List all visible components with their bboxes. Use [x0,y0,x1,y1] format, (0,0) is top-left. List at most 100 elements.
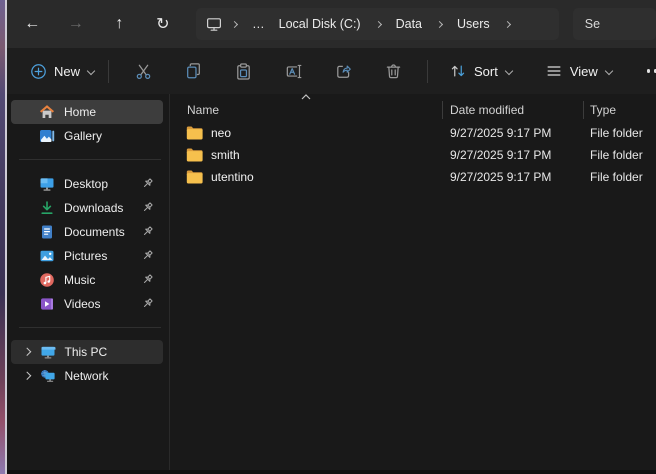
videos-icon [39,296,55,312]
ellipsis-icon [647,69,656,72]
refresh-button[interactable]: ↻ [148,9,179,39]
breadcrumb-chevron-icon [436,20,443,27]
chevron-down-icon [605,67,613,75]
cut-button[interactable] [123,54,163,88]
breadcrumb-local-disk-c[interactable]: Local Disk (C:) [272,14,368,34]
toolbar-divider [427,60,428,83]
column-resize-handle[interactable] [442,101,443,119]
breadcrumb-chevron-icon [504,20,511,27]
new-plus-icon [30,63,47,80]
address-bar[interactable]: … Local Disk (C:) Data Users [196,8,559,40]
copy-button[interactable] [173,54,213,88]
new-button-label: New [54,64,80,79]
sort-icon [449,62,467,80]
sidebar-item-this-pc[interactable]: This PC [11,340,163,364]
pin-icon [141,177,154,193]
sidebar-item-label: Pictures [64,249,107,263]
toolbar-divider [108,60,109,83]
sidebar-item-label: Network [65,369,109,383]
this-pc-icon [40,344,56,360]
explorer-window-body: ← → ↑ ↻ … Local Disk (C:) [7,0,656,474]
content-area: Home Gallery [7,94,656,470]
pin-icon [141,225,154,241]
sidebar-item-pictures[interactable]: Pictures [11,244,163,268]
paste-icon [234,62,253,81]
file-explorer-window: ← → ↑ ↻ … Local Disk (C:) [0,0,656,474]
navigation-bar: ← → ↑ ↻ … Local Disk (C:) [7,0,656,48]
file-list: Name Date modified Type ne [170,94,656,470]
file-row[interactable]: neo 9/27/2025 9:17 PM File folder [170,122,656,144]
breadcrumb-chevron-icon [375,20,382,27]
search-text: Se [585,17,600,31]
breadcrumb-data[interactable]: Data [389,14,429,34]
file-row[interactable]: smith 9/27/2025 9:17 PM File folder [170,144,656,166]
file-name: utentino [211,170,254,184]
paste-button[interactable] [223,54,263,88]
chevron-down-icon [87,67,95,75]
file-name: neo [211,126,231,140]
pictures-icon [39,248,55,264]
sidebar-item-home[interactable]: Home [11,100,163,124]
file-type: File folder [583,148,656,162]
view-button[interactable]: View [536,54,622,88]
expand-chevron-icon[interactable] [23,348,31,356]
breadcrumb-overflow[interactable]: … [245,14,272,34]
back-button[interactable]: ← [17,9,48,39]
column-header-name[interactable]: Name [170,103,442,117]
sidebar-item-label: Gallery [64,129,102,143]
rename-icon [284,62,303,81]
downloads-icon [39,200,55,216]
sidebar-item-videos[interactable]: Videos [11,292,163,316]
folder-icon [186,148,203,162]
view-button-label: View [570,64,598,79]
new-button[interactable]: New [21,54,104,88]
sidebar-item-label: Videos [64,297,100,311]
breadcrumb-chevron-icon [231,20,238,27]
column-headers: Name Date modified Type [170,97,656,122]
sort-button[interactable]: Sort [440,54,522,88]
chevron-down-icon [505,67,513,75]
file-date-modified: 9/27/2025 9:17 PM [442,170,583,184]
sidebar-item-documents[interactable]: Documents [11,220,163,244]
sidebar-item-desktop[interactable]: Desktop [11,172,163,196]
sort-button-label: Sort [474,64,498,79]
desktop-icon [39,176,55,192]
network-icon [40,368,56,384]
sidebar-item-downloads[interactable]: Downloads [11,196,163,220]
sidebar-separator [19,327,161,328]
column-header-date-modified[interactable]: Date modified [442,103,583,117]
sidebar-item-label: Downloads [64,201,123,215]
column-header-type[interactable]: Type [583,103,656,117]
pin-icon [141,201,154,217]
view-list-icon [545,62,563,80]
window-bottom-edge [7,470,656,474]
sidebar-item-label: Music [64,273,95,287]
rename-button[interactable] [273,54,313,88]
copy-icon [184,62,203,81]
up-icon: ↑ [115,15,123,33]
home-icon [39,104,55,120]
folder-icon [186,170,203,184]
forward-button[interactable]: → [61,9,92,39]
sidebar-item-music[interactable]: Music [11,268,163,292]
file-name: smith [211,148,240,162]
file-row[interactable]: utentino 9/27/2025 9:17 PM File folder [170,166,656,188]
music-icon [39,272,55,288]
breadcrumb-users[interactable]: Users [450,14,497,34]
file-date-modified: 9/27/2025 9:17 PM [442,148,583,162]
file-type: File folder [583,170,656,184]
search-input[interactable]: Se [573,8,656,40]
cut-icon [134,62,153,81]
column-resize-handle[interactable] [583,101,584,119]
share-button[interactable] [323,54,363,88]
sidebar-item-network[interactable]: Network [11,364,163,388]
see-more-button[interactable] [638,54,656,88]
delete-button[interactable] [373,54,413,88]
up-button[interactable]: ↑ [104,9,135,39]
trash-icon [384,62,403,81]
sidebar-item-label: Home [64,105,96,119]
sidebar-item-label: Documents [64,225,125,239]
sidebar-item-gallery[interactable]: Gallery [11,124,163,148]
expand-chevron-icon[interactable] [23,372,31,380]
file-type: File folder [583,126,656,140]
